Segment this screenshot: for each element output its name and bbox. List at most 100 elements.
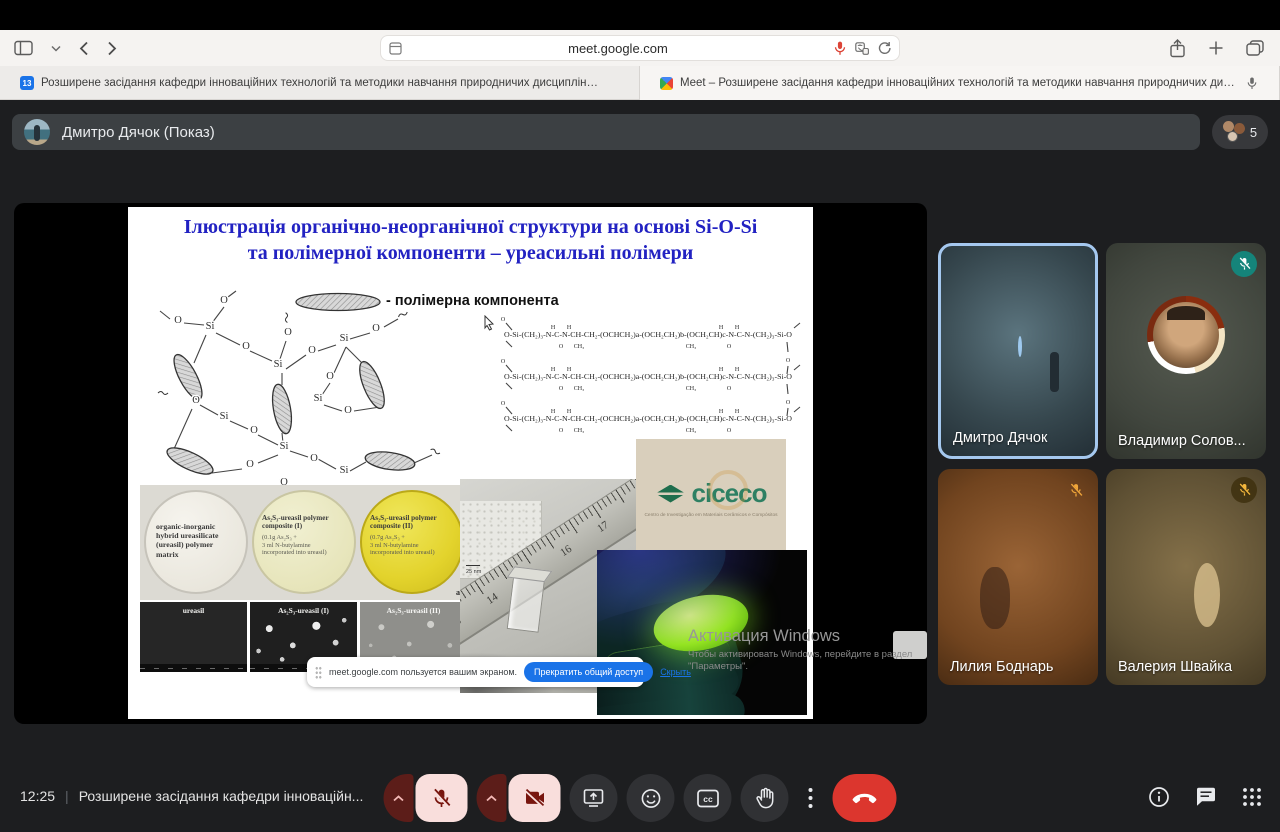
mic-off-button[interactable] <box>416 774 468 822</box>
more-options-button[interactable] <box>798 774 824 822</box>
translate-icon[interactable] <box>855 42 869 55</box>
clock: 12:25 <box>20 788 55 804</box>
svg-text:Si: Si <box>220 411 229 422</box>
captions-button[interactable]: cc <box>684 774 732 822</box>
petri-dish-composite-1: As₂S₃-ureasil polymer composite (I) (0.1… <box>252 490 356 594</box>
slide-title-line1: Ілюстрація органічно-неорганічної структ… <box>128 214 813 240</box>
stop-sharing-button[interactable]: Прекратить общий доступ <box>524 662 653 682</box>
svg-text:Si: Si <box>274 359 283 370</box>
forward-icon[interactable] <box>107 41 117 56</box>
reload-icon[interactable] <box>878 41 891 55</box>
svg-text:O: O <box>372 323 380 334</box>
svg-text:O: O <box>308 345 316 356</box>
captions-icon: cc <box>696 789 719 808</box>
call-controls: cc <box>384 774 897 822</box>
chevron-up-icon <box>486 795 498 802</box>
svg-text:O: O <box>250 425 258 436</box>
ciceco-subtitle: Centro de Investigação em Materiais Cerâ… <box>644 513 777 518</box>
svg-text:H: H <box>719 325 724 331</box>
url-text: meet.google.com <box>402 41 834 56</box>
svg-text:O: O <box>501 317 506 323</box>
mic-control <box>384 774 468 822</box>
meet-bottom-bar: 12:25 | Розширене засідання кафедри інно… <box>0 765 1280 832</box>
svg-text:H: H <box>719 409 724 415</box>
tem-scale-label: 25 nm <box>466 569 481 575</box>
mic-permission-icon[interactable] <box>834 41 846 56</box>
chevron-down-icon[interactable] <box>51 45 61 52</box>
svg-text:Si: Si <box>280 441 289 452</box>
svg-text:Si: Si <box>340 465 349 476</box>
separator: | <box>65 788 69 804</box>
svg-text:CH₃: CH₃ <box>574 344 584 350</box>
tab-audio-icon[interactable] <box>1247 77 1257 90</box>
svg-text:H: H <box>567 367 572 373</box>
present-button[interactable] <box>570 774 618 822</box>
svg-text:O: O <box>192 395 200 406</box>
svg-text:O-Si-(CH₂)₃-N-C-N-CH-CH₂-(OCHC: O-Si-(CH₂)₃-N-C-N-CH-CH₂-(OCHCH₂)a-(OCH₂… <box>504 330 792 339</box>
chevron-up-icon <box>393 795 405 802</box>
svg-text:CH₃: CH₃ <box>574 386 584 392</box>
ruler-number: 14 <box>484 591 500 607</box>
meeting-info: 12:25 | Розширене засідання кафедри інно… <box>20 788 363 804</box>
tile-valeriya[interactable]: Валерия Швайка <box>1106 469 1266 685</box>
meeting-title: Розширене засідання кафедри інноваційн..… <box>79 788 364 804</box>
back-icon[interactable] <box>79 41 89 56</box>
meet-favicon <box>660 77 673 90</box>
mic-options-button[interactable] <box>384 774 414 822</box>
tab-calendar[interactable]: 13 Розширене засідання кафедри інновацій… <box>0 66 640 100</box>
svg-text:O: O <box>501 359 506 365</box>
quartz-cuvette <box>507 573 546 632</box>
svg-text:O: O <box>786 358 791 364</box>
raise-hand-button[interactable] <box>741 774 789 822</box>
end-call-button[interactable] <box>833 774 897 822</box>
silica-network-diagram: OSiOOSiOOSiOOSiOOSiOSiOSiOO <box>132 289 470 494</box>
tile-dmytro[interactable]: Дмитро Дячок <box>938 243 1098 459</box>
svg-text:O: O <box>246 459 254 470</box>
participant-name: Дмитро Дячок <box>953 430 1047 446</box>
svg-text:O: O <box>559 344 564 350</box>
page-settings-icon[interactable] <box>389 42 402 55</box>
hide-link[interactable]: Скрыть <box>660 667 691 677</box>
mic-off-icon <box>432 788 452 809</box>
calendar-favicon: 13 <box>20 76 34 90</box>
participants-pill[interactable]: 5 <box>1212 115 1268 149</box>
mac-menubar-strip <box>0 0 1280 30</box>
reactions-button[interactable] <box>627 774 675 822</box>
new-tab-icon[interactable] <box>1208 40 1224 56</box>
tab-meet[interactable]: Meet – Розширене засідання кафедри іннов… <box>640 66 1280 100</box>
drag-handle-icon[interactable] <box>315 666 322 679</box>
info-button[interactable] <box>1148 786 1170 813</box>
ruler-number: 17 <box>595 519 611 535</box>
grid-icon <box>1242 787 1262 807</box>
svg-text:O: O <box>727 386 732 392</box>
address-bar[interactable]: meet.google.com <box>380 35 900 61</box>
ciceco-diamond-icon <box>656 485 686 503</box>
avatar <box>1018 336 1022 357</box>
ureasil-polymer-formula: O-Si-(CH₂)₃-N-C-N-CH-CH₂-(OCHCH₂)a-(OCH₂… <box>500 307 805 447</box>
avatar-ring <box>1147 296 1225 374</box>
tab-overview-icon[interactable] <box>1246 40 1264 56</box>
presenter-banner[interactable]: Дмитро Дячок (Показ) <box>12 114 1200 150</box>
svg-text:H: H <box>551 409 556 415</box>
svg-text:H: H <box>719 367 724 373</box>
svg-text:O: O <box>559 428 564 434</box>
svg-text:O: O <box>344 405 352 416</box>
activities-button[interactable] <box>1242 787 1262 812</box>
sidebar-icon[interactable] <box>14 40 33 56</box>
svg-text:O: O <box>727 344 732 350</box>
svg-text:H: H <box>551 325 556 331</box>
chat-button[interactable] <box>1195 786 1217 813</box>
camera-options-button[interactable] <box>477 774 507 822</box>
mic-muted-badge <box>1231 251 1257 277</box>
present-icon <box>583 788 605 808</box>
shared-screen: Ілюстрація органічно-неорганічної структ… <box>14 203 927 724</box>
tile-vladimir[interactable]: Владимир Солов... <box>1106 243 1266 459</box>
more-vert-icon <box>808 787 814 809</box>
camera-off-button[interactable] <box>509 774 561 822</box>
tile-liliya[interactable]: Лилия Боднарь <box>938 469 1098 685</box>
svg-text:CH₃: CH₃ <box>686 344 696 350</box>
petri-dish-composite-2: As₂S₃-ureasil polymer composite (II) (0.… <box>360 490 464 594</box>
share-icon[interactable] <box>1169 39 1186 58</box>
svg-text:H: H <box>735 409 740 415</box>
meet-app: Дмитро Дячок (Показ) 5 Ілюстрація органі… <box>0 100 1280 832</box>
